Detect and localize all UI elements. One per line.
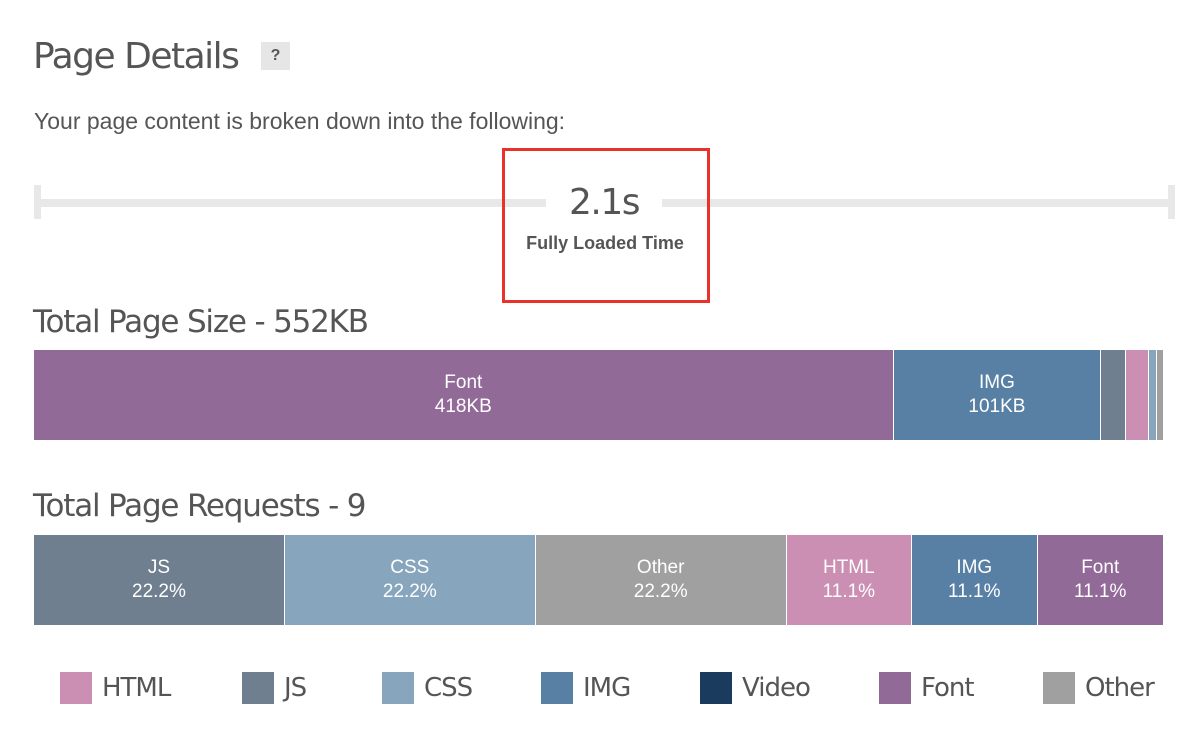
legend-label: Video: [742, 673, 811, 703]
requests-segment-font[interactable]: Font 11.1%: [1037, 535, 1163, 625]
legend-item-css: CSS: [382, 672, 473, 704]
legend-label: Font: [921, 673, 975, 703]
help-button[interactable]: ?: [261, 42, 290, 70]
segment-value-label: 101KB: [968, 396, 1026, 417]
legend-swatch: [541, 672, 573, 704]
requests-segment-js[interactable]: JS 22.2%: [34, 535, 285, 625]
legend-swatch: [60, 672, 92, 704]
legend-label: Other: [1085, 673, 1155, 703]
legend-item-html: HTML: [60, 672, 171, 704]
requests-segment-other[interactable]: Other 22.2%: [535, 535, 787, 625]
highlight-box: [502, 148, 710, 303]
segment-type-label: Font: [444, 372, 483, 393]
segment-value-label: 418KB: [434, 396, 492, 417]
segment-type-label: CSS: [390, 557, 430, 578]
legend-swatch: [242, 672, 274, 704]
page-requests-bar: JS 22.2% CSS 22.2% Other 22.2% HTML 11.1% IMG 11.…: [34, 535, 1163, 625]
legend-label: CSS: [424, 673, 473, 703]
legend-swatch: [700, 672, 732, 704]
legend-item-js: JS: [242, 672, 307, 704]
legend-item-other: Other: [1043, 672, 1155, 704]
segment-value-label: 22.2%: [132, 581, 186, 602]
segment-value-label: 22.2%: [633, 581, 688, 602]
legend-swatch: [1043, 672, 1075, 704]
segment-type-label: HTML: [822, 557, 875, 578]
legend: HTML JS CSS IMG Video Font Other: [0, 672, 1202, 706]
segment-type-label: IMG: [978, 372, 1015, 393]
timeline-line-left: [34, 199, 546, 207]
legend-label: IMG: [583, 673, 631, 703]
requests-segment-img[interactable]: IMG 11.1%: [912, 535, 1038, 625]
requests-segment-css[interactable]: CSS 22.2%: [284, 535, 536, 625]
segment-value-label: 11.1%: [1073, 581, 1127, 602]
legend-item-font: Font: [879, 672, 975, 704]
segment-type-label: Other: [636, 557, 685, 578]
timeline-line-right: [662, 199, 1175, 207]
size-segment-img[interactable]: IMG 101KB: [893, 350, 1102, 440]
segment-type-label: IMG: [956, 557, 993, 578]
size-segment-css[interactable]: [1148, 350, 1157, 440]
segment-value-label: 11.1%: [822, 581, 876, 602]
segment-type-label: JS: [147, 557, 171, 578]
requests-segment-html[interactable]: HTML 11.1%: [786, 535, 913, 625]
page-title: Page Details: [33, 36, 240, 77]
size-segment-html[interactable]: [1125, 350, 1149, 440]
size-segment-js[interactable]: [1101, 350, 1126, 440]
total-page-requests-title: Total Page Requests - 9: [33, 488, 366, 524]
intro-text: Your page content is broken down into th…: [34, 108, 566, 134]
size-segment-font[interactable]: Font 418KB: [34, 350, 894, 440]
legend-swatch: [879, 672, 911, 704]
segment-value-label: 11.1%: [948, 581, 1001, 602]
legend-swatch: [382, 672, 414, 704]
legend-label: HTML: [102, 673, 171, 703]
legend-label: JS: [284, 673, 307, 703]
total-page-size-title: Total Page Size - 552KB: [33, 304, 369, 340]
segment-value-label: 22.2%: [382, 581, 437, 602]
timeline-end-cap: [1168, 185, 1175, 219]
size-segment-other[interactable]: [1156, 350, 1163, 440]
page-size-bar: Font 418KB IMG 101KB: [34, 350, 1163, 440]
legend-item-img: IMG: [541, 672, 631, 704]
segment-type-label: Font: [1081, 557, 1120, 578]
legend-item-video: Video: [700, 672, 811, 704]
